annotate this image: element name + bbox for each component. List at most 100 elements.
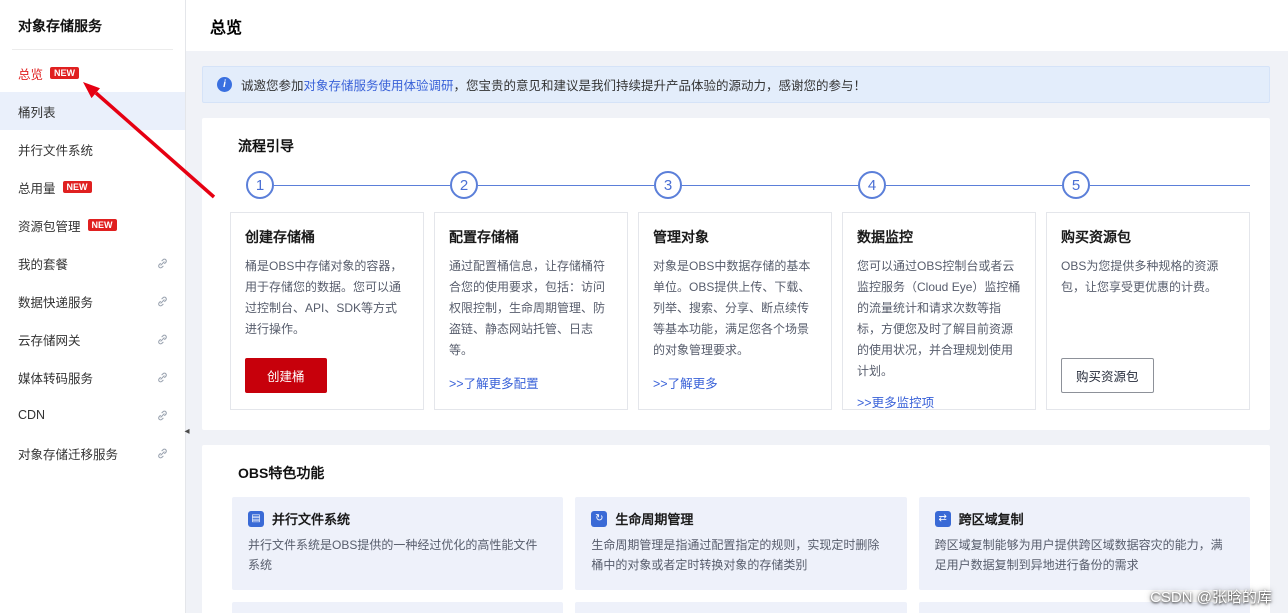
sidebar-item-data-express[interactable]: 数据快递服务 [0,282,185,320]
buy-resource-package-button[interactable]: 购买资源包 [1061,358,1154,393]
step-box-configure-bucket: 配置存储桶 通过配置桶信息，让存储桶符合您的使用要求，包括：访问权限控制，生命周… [434,212,628,410]
process-guide-card: 流程引导 1 创建存储桶 桶是OBS中存储对象的容器，用于存储您的数据。您可以通… [202,118,1270,430]
step-connector [274,184,434,186]
sidebar-divider [12,49,173,50]
sidebar-item-bucket-list[interactable]: 桶列表 [0,92,185,130]
step-connector [682,184,842,186]
step-connector [886,184,1046,186]
nav-label: 总览 [18,67,44,82]
external-link-icon [158,296,167,306]
step-box-create-bucket: 创建存储桶 桶是OBS中存储对象的容器，用于存储您的数据。您可以通过控制台、AP… [230,212,424,410]
page-title: 总览 [210,20,243,37]
tile-desc: 跨区域复制能够为用户提供跨区域数据容灾的能力，满足用户数据复制到异地进行备份的需… [934,538,1223,572]
survey-link[interactable]: 对象存储服务使用体验调研 [304,79,454,93]
feature-tiles: ▤ 并行文件系统 并行文件系统是OBS提供的一种经过优化的高性能文件系统 ↻ 生… [232,497,1250,613]
sidebar-item-parallel-fs[interactable]: 并行文件系统 [0,130,185,168]
nav-label: CDN [18,408,46,422]
step-desc: 对象是OBS中数据存储的基本单位。OBS提供上传、下载、列举、搜索、分享、断点续… [653,259,811,357]
watermark: CSDN @张晗的库 [1150,589,1272,606]
step-box-manage-objects: 管理对象 对象是OBS中数据存储的基本单位。OBS提供上传、下载、列举、搜索、分… [638,212,832,410]
step-create-bucket: 1 创建存储桶 桶是OBS中存储对象的容器，用于存储您的数据。您可以通过控制台、… [230,170,434,410]
feature-tile-origin-pull[interactable]: ↩ 数据回源 (公测) [232,601,564,613]
learn-more-link[interactable]: >>了解更多 [653,377,718,391]
tile-title: 并行文件系统 [272,512,351,527]
content: i 诚邀您参加对象存储服务使用体验调研，您宝贵的意见和建议是我们持续提升产品体验… [186,51,1288,613]
nav-label: 总用量 [18,181,56,196]
step-connector [1046,184,1062,186]
nav-label: 桶列表 [18,105,56,120]
step-title: 创建存储桶 [245,229,315,245]
guide-steps: 1 创建存储桶 桶是OBS中存储对象的容器，用于存储您的数据。您可以通过控制台、… [230,170,1250,410]
step-box-data-monitoring: 数据监控 您可以通过OBS控制台或者云监控服务（Cloud Eye）监控桶的流量… [842,212,1036,410]
step-connector [1090,184,1250,186]
step-connector [842,184,858,186]
step-title: 购买资源包 [1061,229,1131,245]
tile-desc: 生命周期管理是指通过配置指定的规则，实现定时删除桶中的对象或者定时转换对象的存储… [591,538,880,572]
external-link-icon [158,372,167,382]
step-title: 管理对象 [653,229,709,245]
service-title: 对象存储服务 [18,18,102,34]
sidebar-item-my-packages[interactable]: 我的套餐 [0,244,185,282]
feature-tile-lifecycle[interactable]: ↻ 生命周期管理 生命周期管理是指通过配置指定的规则，实现定时删除桶中的对象或者… [575,497,907,590]
step-box-buy-resource-package: 购买资源包 OBS为您提供多种规格的资源包，让您享受更优惠的计费。 购买资源包 [1046,212,1250,410]
app-window: 对象存储服务 总览 NEW 桶列表 并行文件系统 总用量 NEW 资源包管理 N… [0,0,1288,613]
feature-tile-parallel-fs[interactable]: ▤ 并行文件系统 并行文件系统是OBS提供的一种经过优化的高性能文件系统 [232,497,564,590]
nav-label: 我的套餐 [18,257,69,272]
features-card: OBS特色功能 ▤ 并行文件系统 并行文件系统是OBS提供的一种经过优化的高性能… [202,445,1270,613]
step-desc: 桶是OBS中存储对象的容器，用于存储您的数据。您可以通过控制台、API、SDK等… [245,259,403,336]
sidebar-item-oms[interactable]: 对象存储迁移服务 [0,434,185,472]
step-number-4: 4 [858,171,886,199]
sidebar-nav: 总览 NEW 桶列表 并行文件系统 总用量 NEW 资源包管理 NEW 我的套餐 [0,54,185,472]
lifecycle-icon: ↻ [591,510,608,527]
info-icon: i [217,77,232,92]
step-configure-bucket: 2 配置存储桶 通过配置桶信息，让存储桶符合您的使用要求，包括：访问权限控制，生… [434,170,638,410]
step-manage-objects: 3 管理对象 对象是OBS中数据存储的基本单位。OBS提供上传、下载、列举、搜索… [638,170,842,410]
learn-more-config-link[interactable]: >>了解更多配置 [449,377,539,391]
external-link-icon [158,258,167,268]
banner-text: 诚邀您参加对象存储服务使用体验调研，您宝贵的意见和建议是我们持续提升产品体验的源… [241,75,866,94]
sidebar-item-media-transcoding[interactable]: 媒体转码服务 [0,358,185,396]
sidebar-item-cloud-storage-gateway[interactable]: 云存储网关 [0,320,185,358]
sidebar: 对象存储服务 总览 NEW 桶列表 并行文件系统 总用量 NEW 资源包管理 N… [0,0,190,613]
sidebar-item-overview[interactable]: 总览 NEW [0,54,185,92]
create-bucket-button[interactable]: 创建桶 [245,358,327,393]
more-monitoring-link[interactable]: >>更多监控项 [857,396,934,410]
new-badge: NEW [62,181,92,193]
guide-title: 流程引导 [238,138,294,154]
tile-desc: 并行文件系统是OBS提供的一种经过优化的高性能文件系统 [248,538,538,572]
step-desc: 通过配置桶信息，让存储桶符合您的使用要求，包括：访问权限控制，生命周期管理、防盗… [449,259,606,357]
notice-banner: i 诚邀您参加对象存储服务使用体验调研，您宝贵的意见和建议是我们持续提升产品体验… [202,66,1270,103]
parallel-fs-icon: ▤ [248,510,264,527]
step-desc: 您可以通过OBS控制台或者云监控服务（Cloud Eye）监控桶的流量统计和请求… [857,259,1021,378]
sidebar-item-cdn[interactable]: CDN [0,396,185,434]
banner-prefix: 诚邀您参加 [241,79,304,93]
step-connector [478,184,638,186]
step-number-2: 2 [450,171,478,199]
nav-label: 媒体转码服务 [18,371,94,386]
sidebar-item-total-usage[interactable]: 总用量 NEW [0,168,185,206]
banner-suffix: ，您宝贵的意见和建议是我们持续提升产品体验的源动力，感谢您的参与！ [453,79,867,93]
feature-tile-online-decompression[interactable]: ↧ 在线解压 (公测) [575,601,907,613]
step-connector [638,184,654,186]
external-link-icon [158,334,167,344]
step-number-3: 3 [654,171,682,199]
nav-label: 对象存储迁移服务 [18,447,119,462]
nav-label: 并行文件系统 [18,143,94,158]
step-data-monitoring: 4 数据监控 您可以通过OBS控制台或者云监控服务（Cloud Eye）监控桶的… [842,170,1046,410]
external-link-icon [158,448,167,458]
features-title: OBS特色功能 [238,465,325,481]
sidebar-collapse-handle[interactable]: ◂ [182,418,192,444]
step-title: 数据监控 [857,229,913,245]
step-number-5: 5 [1062,171,1090,199]
new-badge: NEW [50,67,80,79]
step-desc: OBS为您提供多种规格的资源包，让您享受更优惠的计费。 [1061,259,1219,294]
nav-label: 资源包管理 [18,219,81,234]
step-number-1: 1 [246,171,274,199]
main-area: 总览 i 诚邀您参加对象存储服务使用体验调研，您宝贵的意见和建议是我们持续提升产… [186,0,1288,613]
new-badge: NEW [87,219,117,231]
step-connector [434,184,450,186]
feature-tile-cross-region-replication[interactable]: ⇄ 跨区域复制 跨区域复制能够为用户提供跨区域数据容灾的能力，满足用户数据复制到… [918,497,1250,590]
nav-label: 云存储网关 [18,333,81,348]
sidebar-item-resource-packages[interactable]: 资源包管理 NEW [0,206,185,244]
nav-label: 数据快递服务 [18,295,94,310]
